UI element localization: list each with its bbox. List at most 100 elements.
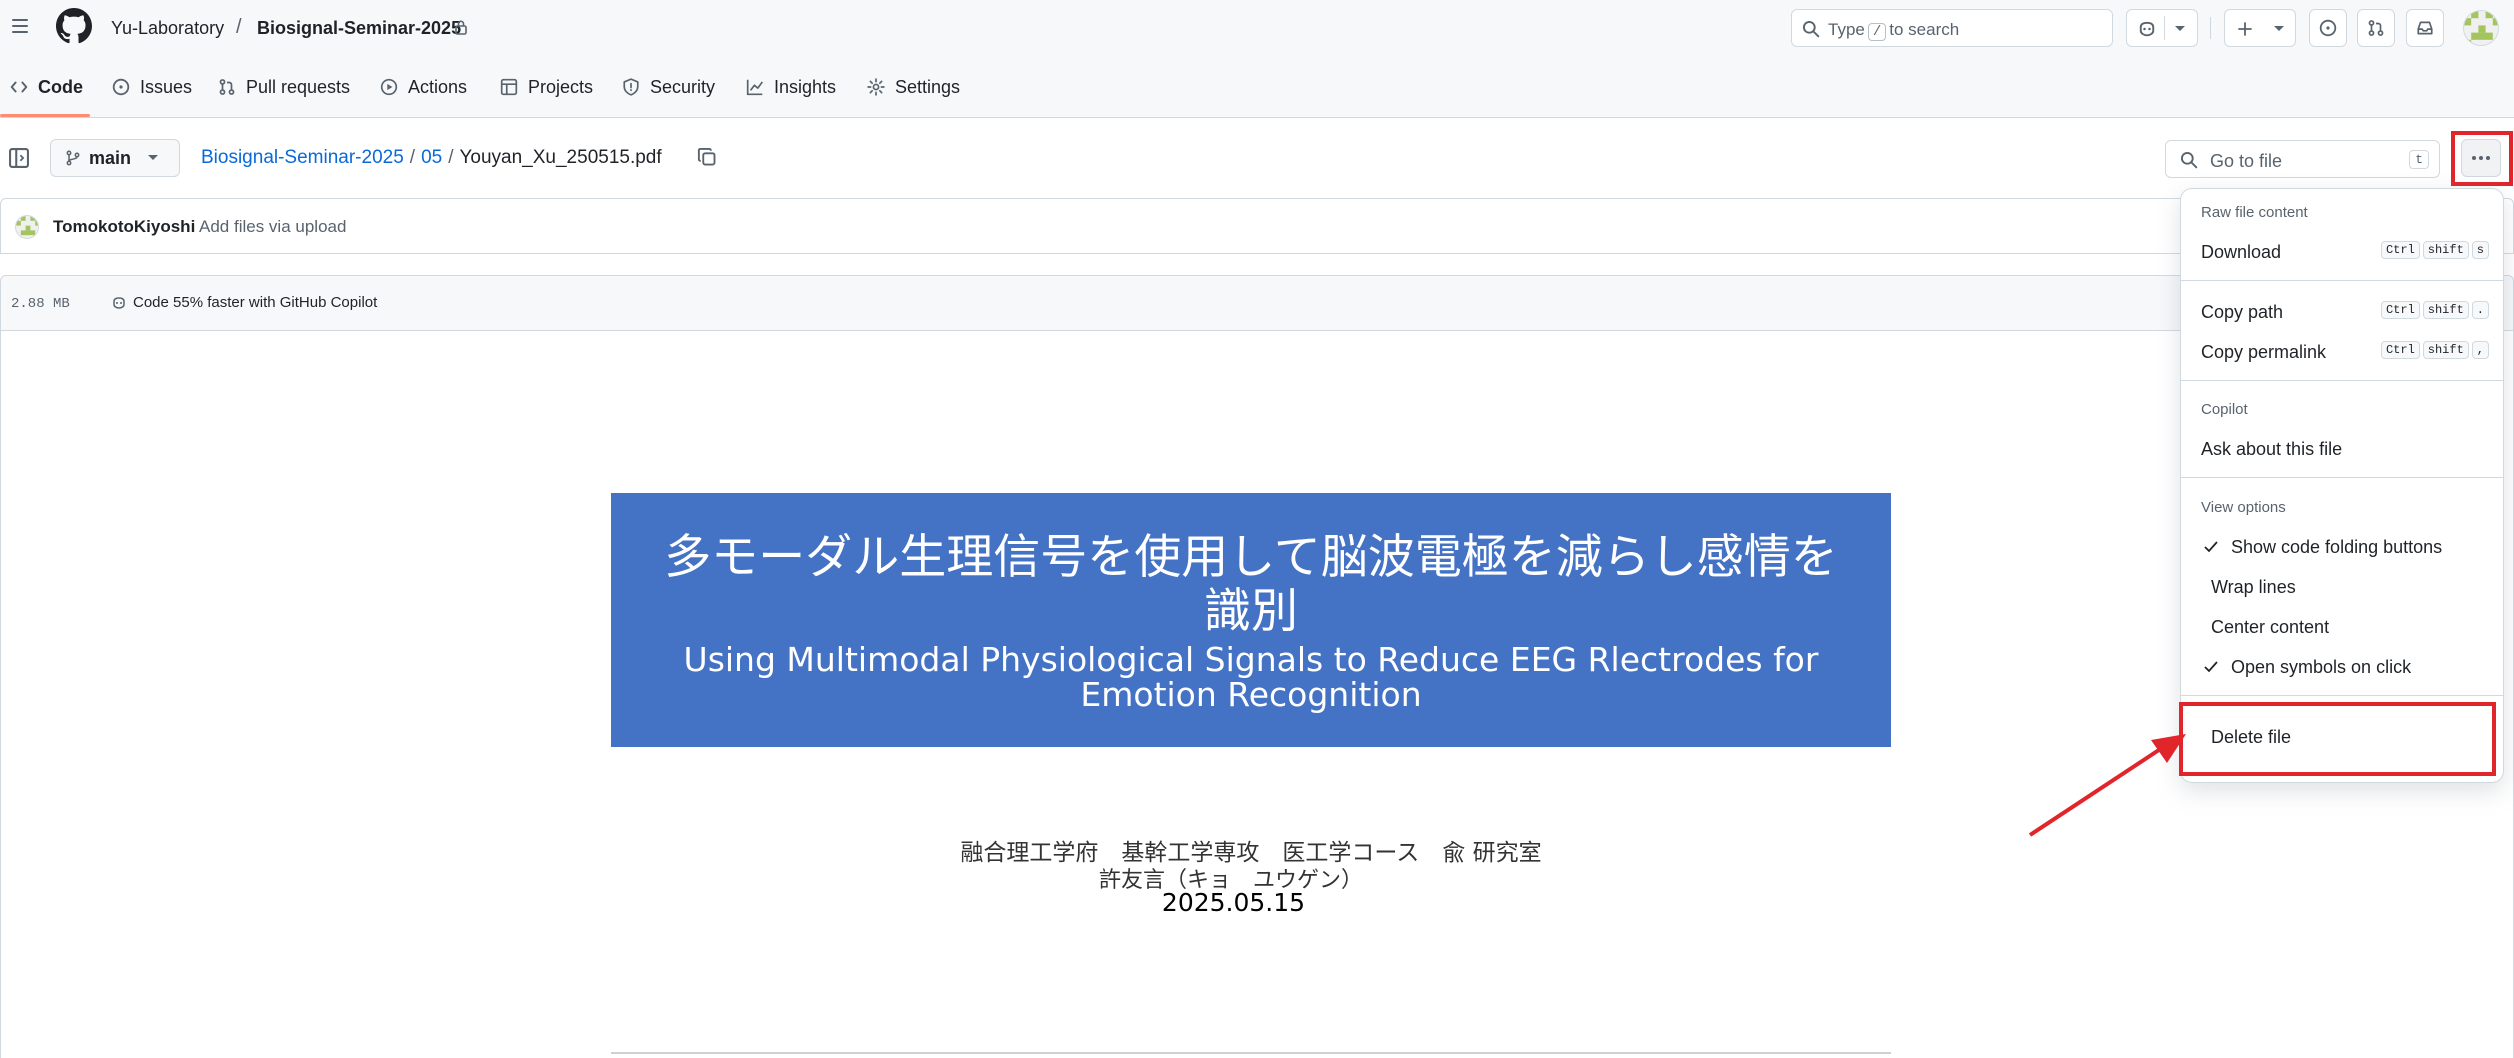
table-icon [500, 78, 518, 96]
commit-author-avatar[interactable] [15, 215, 39, 239]
path-dir-link[interactable]: 05 [421, 147, 442, 168]
graph-icon [746, 79, 763, 96]
file-path-breadcrumb: Biosignal-Seminar-2025/05/Youyan_Xu_2505… [201, 147, 662, 168]
user-avatar[interactable] [2463, 10, 2499, 46]
copilot-icon [113, 296, 125, 309]
annotation-arrow-icon [2028, 734, 2186, 837]
lock-icon [455, 20, 467, 35]
slide-title-japanese: 多モーダル生理信号を使用して脳波電極を減らし感情を識別 [664, 530, 1838, 639]
menu-button[interactable] [4, 10, 36, 42]
path-file-name: Youyan_Xu_250515.pdf [459, 147, 662, 168]
page-divider [611, 1052, 1891, 1054]
issues-button[interactable] [2309, 9, 2347, 47]
latest-commit-bar: TomokotoKiyoshi Add files via upload [0, 198, 2514, 254]
file-size: 2.88 MB [11, 296, 70, 312]
branch-name: main [89, 147, 132, 168]
pull-requests-button[interactable] [2357, 9, 2395, 47]
sidebar-expand-icon[interactable] [8, 147, 30, 169]
keyboard-shortcut: Ctrl shift s [2380, 241, 2489, 259]
create-new-button[interactable] [2224, 9, 2296, 47]
play-icon [380, 78, 398, 96]
hamburger-icon [12, 19, 28, 21]
search-shortcut-key: / [1867, 23, 1887, 41]
inbox-icon [2417, 21, 2433, 35]
tab-label: Pull requests [246, 76, 351, 97]
plus-icon [2238, 22, 2252, 36]
code-icon [10, 81, 28, 93]
git-pull-request-icon [2368, 20, 2384, 36]
check-icon [2204, 661, 2218, 673]
tab-code[interactable]: Code [10, 56, 83, 118]
tab-pull-requests[interactable]: Pull requests [218, 56, 350, 118]
inbox-button[interactable] [2406, 9, 2444, 47]
chevron-down-icon[interactable] [2174, 25, 2186, 33]
file-actions-menu: Raw file content Download Ctrl shift s Cop… [2180, 188, 2504, 783]
copilot-icon [2139, 21, 2155, 37]
menu-item-wrap-lines[interactable]: Wrap lines [2189, 567, 2495, 607]
menu-item-open-symbols[interactable]: Open symbols on click [2189, 647, 2495, 687]
menu-group-copilot: Copilot [2201, 401, 2248, 418]
go-to-file-input[interactable]: Go to file t [2165, 140, 2440, 178]
menu-item-ask-copilot[interactable]: Ask about this file [2189, 429, 2495, 469]
search-icon [2180, 151, 2198, 169]
slide-date: 2025.05.15 [1161, 888, 1306, 917]
tab-security[interactable]: Security [622, 56, 715, 118]
tab-label: Insights [774, 76, 837, 97]
issue-opened-icon [2319, 19, 2337, 37]
github-logo-icon[interactable] [56, 8, 92, 44]
menu-group-raw: Raw file content [2201, 204, 2308, 221]
repo-nav: Code Issues Pull requests Actions Projec… [0, 56, 2514, 118]
tab-label: Security [650, 76, 716, 97]
shield-icon [623, 78, 639, 96]
tab-label: Projects [528, 76, 594, 97]
go-to-file-placeholder: Go to file [2210, 151, 2283, 171]
menu-item-download[interactable]: Download Ctrl shift s [2189, 232, 2495, 272]
menu-item-show-code-folding[interactable]: Show code folding buttons [2189, 527, 2495, 567]
issue-icon [112, 78, 130, 96]
tab-projects[interactable]: Projects [500, 56, 593, 118]
gear-icon [867, 78, 885, 96]
search-placeholder: Type / to search [1828, 20, 1960, 41]
identicon-icon [16, 216, 38, 238]
highlight-box-delete-file [2179, 702, 2496, 776]
pull-request-icon [219, 79, 235, 95]
tab-label: Code [38, 76, 83, 97]
branch-selector-button[interactable]: main [50, 139, 180, 177]
slide-title-box: 多モーダル生理信号を使用して脳波電極を減らし感情を識別 Using Multim… [611, 493, 1891, 747]
search-icon [1802, 20, 1820, 38]
global-header: Yu-Laboratory / Biosignal-Seminar-2025 T… [0, 0, 2514, 56]
breadcrumb-separator: / [236, 16, 242, 38]
menu-item-copy-permalink[interactable]: Copy permalink Ctrl shift, [2189, 332, 2495, 372]
tab-settings[interactable]: Settings [867, 56, 960, 118]
menu-item-copy-path[interactable]: Copy path Ctrl shift. [2189, 292, 2495, 332]
copy-icon[interactable] [697, 147, 717, 167]
menu-group-view-options: View options [2201, 499, 2286, 516]
keyboard-shortcut: Ctrl shift. [2380, 301, 2489, 319]
tab-label: Issues [140, 76, 193, 97]
file-info-bar: 2.88 MB Code 55% faster with GitHub Copi… [0, 275, 2514, 331]
highlight-box-more-button [2451, 131, 2513, 186]
tab-label: Actions [408, 76, 468, 97]
menu-item-center-content[interactable]: Center content [2189, 607, 2495, 647]
tab-issues[interactable]: Issues [112, 56, 192, 118]
path-repo-link[interactable]: Biosignal-Seminar-2025 [201, 147, 404, 168]
slide-title-english: Using Multimodal Physiological Signals t… [683, 640, 1819, 714]
copilot-button[interactable] [2126, 9, 2198, 47]
global-search-input[interactable]: Type / to search [1791, 9, 2113, 47]
commit-message[interactable]: Add files via upload [199, 217, 346, 237]
chevron-down-icon [148, 155, 159, 160]
tab-label: Settings [895, 76, 961, 97]
go-to-file-shortcut: t [2409, 150, 2429, 169]
identicon-icon [2464, 11, 2498, 45]
commit-author[interactable]: TomokotoKiyoshi [53, 217, 195, 237]
tab-insights[interactable]: Insights [746, 56, 836, 118]
keyboard-shortcut: Ctrl shift, [2380, 341, 2489, 359]
check-icon [2204, 541, 2218, 553]
active-tab-indicator [0, 114, 90, 117]
breadcrumb-owner[interactable]: Yu-Laboratory [111, 18, 224, 39]
git-branch-icon [66, 150, 80, 166]
breadcrumb-repo[interactable]: Biosignal-Seminar-2025 [257, 18, 461, 39]
tab-actions[interactable]: Actions [380, 56, 467, 118]
chevron-down-icon [2274, 26, 2284, 31]
copilot-promo-link[interactable]: Code 55% faster with GitHub Copilot [111, 294, 377, 311]
